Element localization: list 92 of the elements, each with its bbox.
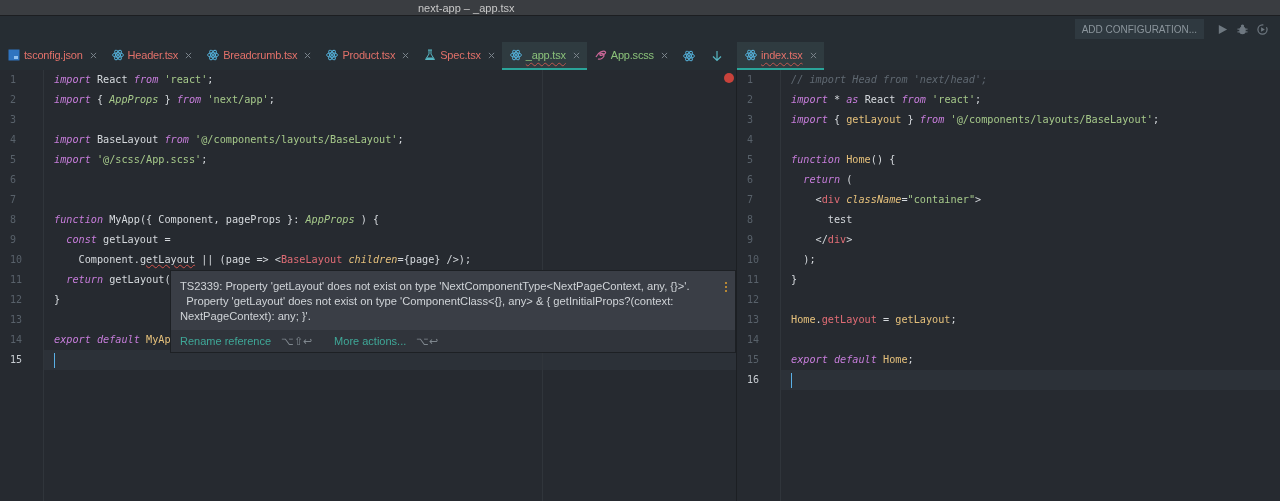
run-icon[interactable] [1217, 23, 1228, 35]
line-number: 15 [9, 353, 24, 367]
line-number: 7 [746, 193, 755, 207]
code-line: Component.getLayout || (page => <BaseLayout children={page} />); [77, 253, 472, 268]
close-icon[interactable] [304, 51, 312, 59]
line-number: 2 [746, 93, 755, 107]
code-line: const getLayout = [65, 233, 171, 247]
line-number: 9 [746, 233, 755, 247]
react-icon [111, 49, 124, 61]
close-icon[interactable] [572, 51, 580, 59]
close-icon[interactable] [185, 51, 193, 59]
line-number: 1 [9, 73, 18, 87]
line-number: 12 [746, 293, 761, 307]
line-number: 11 [9, 273, 24, 287]
code-line: function Home() { [791, 153, 896, 167]
editor-tab[interactable]: Header.tsx [103, 42, 200, 70]
code-line: import * as React from 'react'; [791, 93, 982, 107]
line-number: 1 [746, 73, 755, 87]
line-number: 12 [9, 293, 24, 307]
code-line: </div> [814, 233, 853, 247]
code-line: import React from 'react'; [54, 73, 214, 87]
line-number: 5 [9, 153, 18, 167]
text-cursor [54, 352, 55, 368]
window-title: next-app – _app.tsx [418, 1, 515, 14]
code-line: <div className="container"> [814, 193, 982, 207]
code-line: Home.getLayout = getLayout; [791, 313, 957, 327]
code-line: } [54, 293, 61, 307]
line-number: 14 [746, 333, 761, 347]
code-line: import { getLayout } from '@/components/layouts/BaseLayout'; [791, 113, 1160, 127]
code-line: function MyApp({ Component, pageProps }: AppProps ) { [54, 213, 380, 227]
react-icon [326, 49, 339, 61]
line-number: 4 [9, 133, 18, 147]
react-icon [745, 49, 757, 61]
text-cursor [791, 372, 792, 388]
line-number: 16 [746, 373, 761, 387]
line-number: 2 [9, 93, 18, 107]
react-icon [509, 49, 522, 61]
line-number: 8 [746, 213, 755, 227]
sass-icon [594, 49, 607, 61]
line-number: 3 [9, 113, 18, 127]
line-number: 15 [746, 353, 761, 367]
code-line: export default MyAp [54, 333, 171, 347]
action-link[interactable]: More actions... [334, 335, 407, 347]
line-number: 13 [746, 313, 761, 327]
close-icon[interactable] [660, 51, 668, 59]
flask-icon [424, 49, 437, 61]
keyboard-shortcut: ⌥⇧↩ [281, 334, 313, 348]
line-number: 9 [9, 233, 18, 247]
react-icon [207, 49, 220, 61]
bug-icon[interactable] [1237, 23, 1248, 35]
error-message: TS2339: Property 'getLayout' does not exist on type 'NextComponentType<NextPageContext, any, {}>'. [180, 279, 691, 294]
line-number: 13 [9, 313, 24, 327]
editor-tab[interactable]: index.tsx [737, 42, 824, 70]
add-configuration-button[interactable]: ADD CONFIGURATION... [1074, 19, 1204, 39]
typescript-file-icon [8, 49, 20, 61]
code-line: export default Home; [791, 353, 914, 367]
line-number: 8 [9, 213, 18, 227]
code-line: test [826, 213, 853, 227]
line-number: 10 [746, 253, 761, 267]
editor-tab[interactable]: Product.tsx [318, 42, 417, 70]
error-message: Property 'getLayout' does not exist on type 'ComponentClass<{}, any> & { getInitialProps?(context: NextPageContext): any; }'. [180, 294, 675, 324]
code-line: // import Head from 'next/head'; [791, 73, 988, 87]
down-arrow-icon[interactable] [710, 50, 723, 62]
code-line: } [791, 273, 798, 287]
line-number: 14 [9, 333, 24, 347]
close-icon[interactable] [809, 51, 817, 59]
code-line: import { AppProps } from 'next/app'; [54, 93, 275, 107]
line-number: 6 [746, 173, 755, 187]
line-number: 11 [746, 273, 761, 287]
line-number: 4 [746, 133, 755, 147]
keyboard-shortcut: ⌥↩ [416, 334, 439, 348]
editor-tab[interactable]: tsconfig.json [0, 42, 104, 70]
close-icon[interactable] [89, 51, 97, 59]
code-line: import '@/scss/App.scss'; [54, 153, 208, 167]
line-number: 7 [9, 193, 18, 207]
line-number: 10 [9, 253, 24, 267]
line-number: 5 [746, 153, 755, 167]
code-line: import BaseLayout from '@/components/layouts/BaseLayout'; [54, 133, 404, 147]
editor-tab[interactable]: App.scss [586, 42, 675, 70]
line-number: 6 [9, 173, 18, 187]
editor-tab[interactable]: Spec.tsx [416, 42, 502, 70]
editor-tab[interactable]: Breadcrumb.tsx [199, 42, 319, 70]
close-icon[interactable] [402, 51, 410, 59]
editor-tab[interactable]: _app.tsx [501, 42, 587, 70]
react-icon[interactable] [682, 50, 695, 62]
line-number: 3 [746, 113, 755, 127]
coverage-icon[interactable] [1257, 23, 1268, 35]
code-line: return ( [802, 173, 853, 187]
code-line: ); [802, 253, 816, 267]
action-link[interactable]: Rename reference [180, 335, 272, 347]
close-icon[interactable] [487, 51, 495, 59]
code-line: return getLayout( [65, 273, 171, 287]
